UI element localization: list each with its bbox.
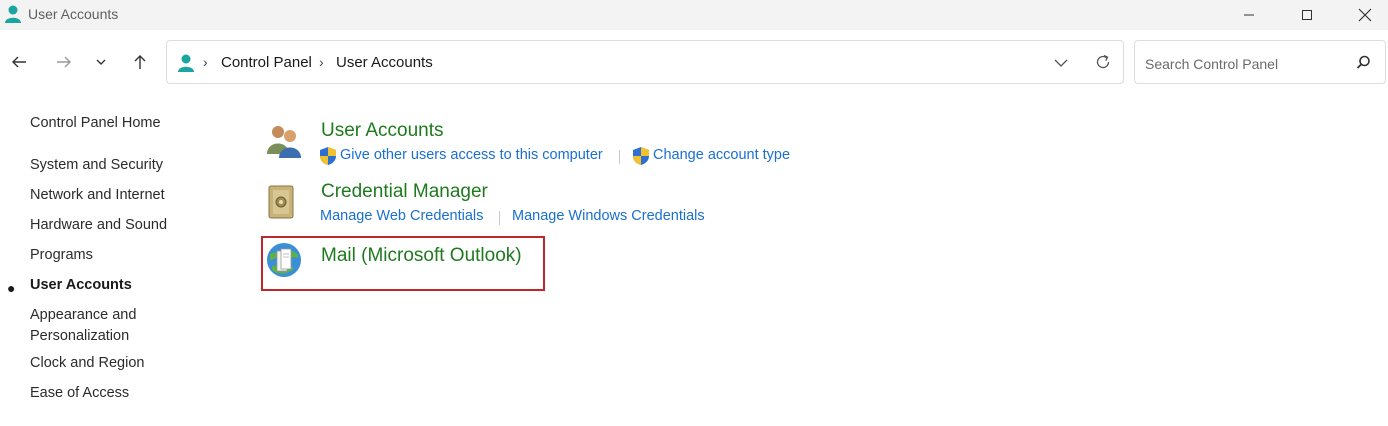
- user-icon: [178, 54, 194, 72]
- arrow-right-icon: [57, 56, 71, 68]
- category-title-user-accounts[interactable]: User Accounts: [321, 120, 444, 142]
- recent-locations-button[interactable]: [89, 50, 113, 74]
- uac-shield-icon: [633, 147, 649, 165]
- breadcrumb-user-accounts[interactable]: User Accounts: [336, 54, 433, 71]
- maximize-icon: [1302, 10, 1312, 20]
- breadcrumb-chevron-icon: ›: [203, 54, 208, 70]
- sidebar-item-programs[interactable]: Programs: [30, 245, 93, 266]
- sidebar-item-control-panel-home[interactable]: Control Panel Home: [30, 113, 161, 134]
- link-manage-web-credentials[interactable]: Manage Web Credentials: [320, 208, 483, 224]
- vault-icon: [268, 185, 294, 219]
- sidebar-item-user-accounts[interactable]: User Accounts: [30, 275, 132, 296]
- close-icon: [1358, 8, 1372, 22]
- link-give-other-users-access[interactable]: Give other users access to this computer: [340, 147, 603, 163]
- title-bar: User Accounts: [0, 0, 1388, 30]
- arrow-left-icon: [12, 56, 26, 68]
- sidebar-item-system-and-security[interactable]: System and Security: [30, 155, 163, 176]
- window-title: User Accounts: [28, 6, 119, 22]
- active-bullet-icon: ●: [7, 280, 16, 296]
- back-button[interactable]: [7, 50, 31, 74]
- breadcrumb-control-panel[interactable]: Control Panel: [221, 54, 312, 71]
- link-divider: [619, 150, 620, 164]
- minimize-button[interactable]: [1226, 0, 1272, 30]
- chevron-down-icon[interactable]: [1051, 53, 1071, 73]
- forward-button[interactable]: [52, 50, 76, 74]
- close-button[interactable]: [1342, 0, 1388, 30]
- sidebar-item-network-and-internet[interactable]: Network and Internet: [30, 185, 165, 206]
- link-change-account-type[interactable]: Change account type: [653, 147, 790, 163]
- link-manage-windows-credentials[interactable]: Manage Windows Credentials: [512, 208, 705, 224]
- chevron-down-icon: [96, 59, 106, 65]
- link-divider: [499, 211, 500, 225]
- users-icon: [267, 126, 301, 158]
- category-title-credential-manager[interactable]: Credential Manager: [321, 181, 488, 203]
- search-input[interactable]: [1143, 52, 1347, 76]
- up-button[interactable]: [128, 50, 152, 74]
- user-icon: [5, 5, 21, 23]
- sidebar-item-ease-of-access[interactable]: Ease of Access: [30, 383, 129, 404]
- highlight-box: [261, 236, 545, 291]
- search-icon[interactable]: [1353, 53, 1373, 73]
- refresh-icon[interactable]: [1093, 52, 1113, 72]
- arrow-up-icon: [134, 55, 146, 69]
- sidebar-item-appearance[interactable]: Appearance and: [30, 305, 136, 326]
- sidebar-item-hardware-and-sound[interactable]: Hardware and Sound: [30, 215, 167, 236]
- search-box[interactable]: [1134, 40, 1386, 84]
- uac-shield-icon: [320, 147, 336, 165]
- minimize-icon: [1244, 14, 1254, 16]
- address-bar[interactable]: › Control Panel › User Accounts: [166, 40, 1124, 84]
- sidebar-item-clock-and-region[interactable]: Clock and Region: [30, 353, 144, 374]
- sidebar-item-personalization[interactable]: Personalization: [30, 326, 129, 347]
- breadcrumb-chevron-icon: ›: [319, 54, 324, 70]
- maximize-button[interactable]: [1284, 0, 1330, 30]
